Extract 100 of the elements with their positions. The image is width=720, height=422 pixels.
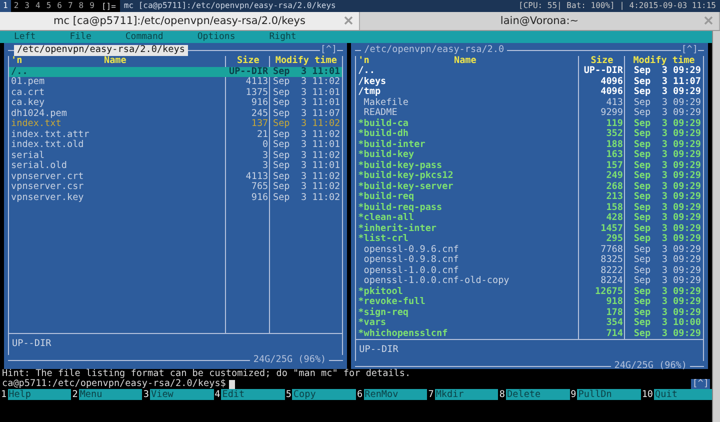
file-size: 413 [605,98,624,108]
file-date: Sep 3 09:29 [632,108,702,118]
column-header[interactable]: Name [452,56,478,66]
function-key[interactable]: Menu [78,389,142,400]
history-button[interactable]: [^] [691,379,710,389]
function-key[interactable]: Help [8,389,72,400]
column-header[interactable]: Size [579,56,625,66]
file-date: Sep 3 09:29 [632,66,702,76]
file-row[interactable]: *sign-req 178 Sep 3 09:29 [356,308,703,318]
file-row[interactable]: openssl-0.9.6.cnf 7768 Sep 3 09:29 [356,244,703,255]
file-row[interactable]: README 9299 Sep 3 09:29 [356,108,703,118]
menu-item[interactable]: File [70,31,92,43]
file-row[interactable]: *build-req 213 Sep 3 09:29 [356,192,703,202]
file-row[interactable]: /keys 4096 Sep 3 11:07 [356,76,703,87]
file-row[interactable]: 01.pem 4113 Sep 3 11:02 [9,77,342,88]
file-row[interactable]: *pkitool 12675 Sep 3 09:29 [356,286,703,297]
workspace-tag[interactable]: 7 [64,0,76,12]
file-size: UP--DIR [228,66,270,77]
function-key[interactable]: Delete [506,389,570,400]
file-row[interactable]: ca.crt 1375 Sep 3 11:01 [9,88,342,98]
file-row[interactable]: /.. UP--DIR Sep 3 09:29 [356,66,703,76]
function-key[interactable]: RenMov [364,389,428,400]
file-row[interactable]: /.. UP--DIR Sep 3 11:01 [9,66,342,77]
close-icon[interactable] [344,16,353,25]
file-date: Sep 3 09:29 [632,308,702,318]
close-icon[interactable] [704,16,713,25]
file-row[interactable]: openssl-1.0.0.cnf-old-copy 8224 Sep 3 09:29 [356,276,703,286]
file-row[interactable]: *revoke-full 918 Sep 3 09:29 [356,297,703,308]
file-row[interactable]: ca.key 916 Sep 3 11:01 [9,98,342,108]
file-row[interactable]: *build-key-pkcs12 249 Sep 3 09:29 [356,171,703,182]
command-prompt[interactable]: ca@p5711:/etc/openvpn/easy-rsa/2.0/keys$ [2,379,226,389]
file-row[interactable]: serial.old 3 Sep 3 11:01 [9,161,342,172]
menu-item[interactable]: Right [269,31,296,43]
function-key[interactable]: Quit [654,389,712,400]
file-date: Sep 3 09:29 [632,255,702,266]
file-row[interactable]: index.txt.attr 21 Sep 3 11:02 [9,130,342,140]
file-row[interactable]: vpnserver.key 916 Sep 3 11:02 [9,192,342,203]
function-key[interactable]: Edit [221,389,285,400]
file-row[interactable]: *build-key-pass 157 Sep 3 09:29 [356,160,703,171]
workspace-tag[interactable]: 2 [10,0,22,12]
file-name: serial [10,150,46,160]
file-date: Sep 3 11:01 [272,88,342,98]
file-row[interactable]: vpnserver.csr 765 Sep 3 11:02 [9,182,342,192]
column-header[interactable]: Modify time [625,56,703,66]
file-row[interactable]: *build-dh 352 Sep 3 09:29 [356,129,703,140]
file-date: Sep 3 09:29 [632,297,702,308]
file-date: Sep 3 09:29 [632,118,702,129]
function-key[interactable]: Copy [292,389,356,400]
menu-item[interactable]: Options [197,31,236,43]
file-row[interactable]: /tmp 4096 Sep 3 09:29 [356,87,703,98]
terminal-tab[interactable]: lain@Vorona:~ [360,12,720,30]
file-name: *build-key-server [357,182,454,192]
file-row[interactable]: *list-crl 295 Sep 3 09:29 [356,234,703,244]
file-row[interactable]: Makefile 413 Sep 3 09:29 [356,98,703,108]
workspace-tag[interactable]: 6 [54,0,65,12]
workspace-tag[interactable]: 9 [86,0,98,12]
file-row[interactable]: *inherit-inter 1457 Sep 3 09:29 [356,224,703,234]
menu-item[interactable]: Command [125,31,164,43]
column-header[interactable]: Size [226,56,270,66]
workspace-tag[interactable]: 5 [43,0,54,12]
sort-indicator[interactable]: 'n [9,56,24,66]
function-key[interactable]: Mkdir [434,389,498,400]
file-name: *build-key [357,150,416,160]
workspace-tag[interactable]: 3 [22,0,32,12]
file-row[interactable]: index.txt 137 Sep 3 11:02 [9,119,342,130]
file-row[interactable]: *clean-all 428 Sep 3 09:29 [356,213,703,224]
file-size: 157 [605,160,624,171]
file-row[interactable]: *build-inter 188 Sep 3 09:29 [356,140,703,150]
column-header[interactable]: Name [102,56,128,66]
file-row[interactable]: *build-req-pass 158 Sep 3 09:29 [356,202,703,213]
function-key[interactable]: View [150,389,214,400]
workspace-tag[interactable]: 4 [32,0,44,12]
file-row[interactable]: *vars 354 Sep 3 10:00 [356,318,703,328]
file-row[interactable]: dh1024.pem 245 Sep 3 11:07 [9,108,342,119]
terminal-tab[interactable]: mc [ca@p5711]:/etc/openvpn/easy-rsa/2.0/keys [0,12,360,30]
file-row[interactable]: *whichopensslcnf 714 Sep 3 09:29 [356,328,703,339]
file-row[interactable]: *build-key 163 Sep 3 09:29 [356,150,703,160]
file-row[interactable]: openssl-0.9.8.cnf 8325 Sep 3 09:29 [356,255,703,266]
file-row[interactable]: *build-ca 119 Sep 3 09:29 [356,118,703,129]
file-size: 4096 [600,76,624,87]
file-row[interactable]: serial 3 Sep 3 11:02 [9,150,342,161]
window-title: mc [ca@p5711]:/etc/openvpn/easy-rsa/2.0/keys [120,0,515,12]
file-size: 3 [262,161,270,172]
function-key[interactable]: PullDn [577,389,641,400]
menu-item[interactable]: Left [14,31,36,43]
file-name: *pkitool [357,286,404,297]
file-size: 1375 [244,88,270,98]
sort-indicator[interactable]: 'n [356,56,372,66]
file-row[interactable]: vpnserver.crt 4113 Sep 3 11:02 [9,172,342,182]
layout-indicator[interactable]: []= [97,2,120,10]
file-row[interactable]: index.txt.old 0 Sep 3 11:01 [9,140,342,150]
workspace-tag[interactable]: 1 [0,0,11,12]
workspace-tag[interactable]: 8 [76,0,87,12]
file-row[interactable]: openssl-1.0.0.cnf 8222 Sep 3 09:29 [356,266,703,276]
file-name: openssl-0.9.6.cnf [362,244,460,254]
history-button[interactable]: [^] [320,45,338,56]
file-row[interactable]: *build-key-server 268 Sep 3 09:29 [356,182,703,192]
function-key-number: 3 [142,389,150,400]
column-header[interactable]: Modify time [270,56,342,66]
history-button[interactable]: [^] [681,45,698,56]
